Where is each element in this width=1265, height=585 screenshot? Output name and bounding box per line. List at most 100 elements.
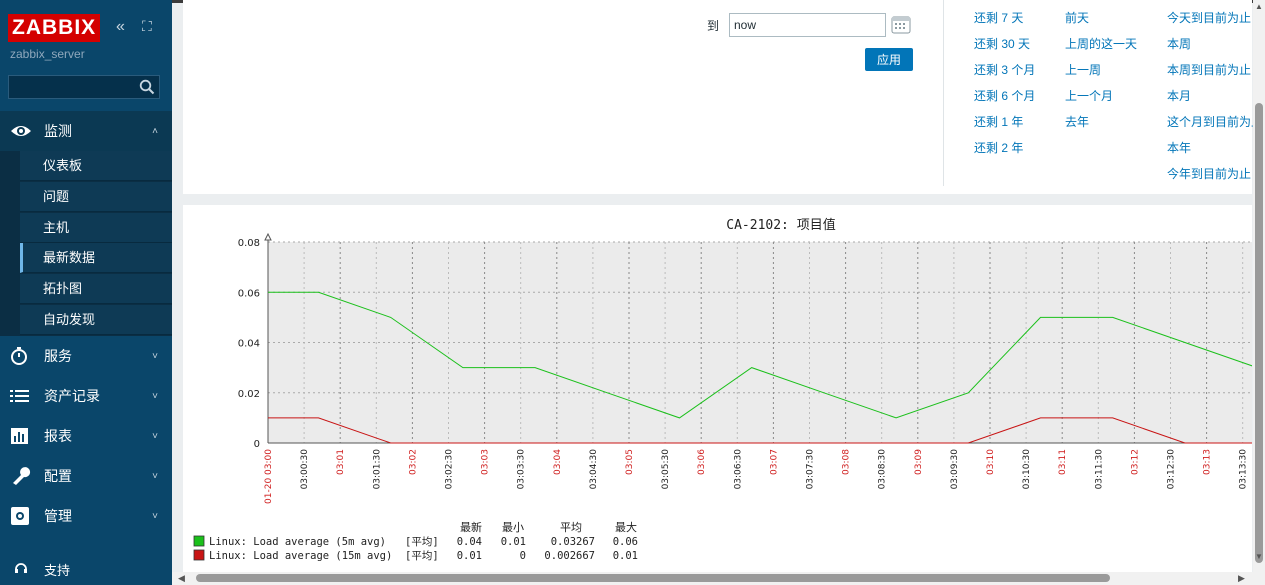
- vertical-scrollbar[interactable]: ▲ ▼: [1253, 0, 1265, 585]
- x-tick-label: 03:03:30: [517, 449, 527, 490]
- quick-link-col1-5[interactable]: 还剩 2 年: [974, 139, 1023, 156]
- menu-monitoring-label: 监测: [44, 123, 72, 139]
- x-tick-label: 03:08: [842, 449, 852, 475]
- submenu-dashboard[interactable]: 仪表板: [20, 151, 172, 181]
- collapse-sidebar-icon[interactable]: «: [116, 18, 125, 36]
- scroll-left-icon[interactable]: ◀: [178, 573, 185, 584]
- x-tick-label: 03:10:30: [1022, 449, 1032, 490]
- menu-services[interactable]: 服务 ˅: [0, 336, 172, 376]
- stopwatch-icon: [11, 347, 27, 365]
- x-tick-label: 03:01:30: [372, 449, 382, 490]
- x-tick-label: 03:03: [481, 449, 491, 475]
- legend-last: 0.04: [457, 536, 482, 548]
- x-tick-label: 03:09: [914, 449, 924, 475]
- legend-header: 最小: [502, 521, 524, 534]
- quick-link-col2-0[interactable]: 前天: [1065, 9, 1089, 26]
- chevron-up-icon: ˄: [152, 125, 158, 137]
- legend-func: [平均]: [405, 550, 439, 562]
- quick-link-col3-6[interactable]: 今年到目前为止: [1167, 165, 1251, 182]
- menu-configuration-label: 配置: [44, 468, 72, 484]
- quick-link-col3-1[interactable]: 本周: [1167, 35, 1191, 52]
- horizontal-scrollbar[interactable]: ◀ ▶: [172, 572, 1253, 585]
- menu-administration[interactable]: 管理 ˅: [0, 496, 172, 536]
- horizontal-scroll-thumb[interactable]: [196, 574, 1110, 582]
- quick-link-col3-2[interactable]: 本周到目前为止: [1167, 61, 1251, 78]
- y-tick-label: 0.02: [238, 389, 260, 400]
- divider: [943, 0, 944, 186]
- graph-panel: CA-2102: 项目值 0 0.02 0.04 0.06 0.08 01-20 03:00…: [183, 205, 1252, 575]
- chevron-down-icon: ˅: [152, 470, 158, 482]
- support-link[interactable]: 支持: [0, 555, 172, 581]
- headset-icon: [15, 563, 27, 573]
- chevron-down-icon: ˅: [152, 350, 158, 362]
- x-tick-label: 03:05: [625, 449, 635, 475]
- x-tick-label: 03:06:30: [733, 449, 743, 490]
- quick-link-col2-3[interactable]: 上一个月: [1065, 87, 1113, 104]
- wrench-icon: [13, 467, 31, 485]
- scroll-right-icon[interactable]: ▶: [1238, 573, 1245, 584]
- legend-avg: 0.03267: [551, 536, 595, 548]
- menu-inventory-label: 资产记录: [44, 388, 100, 404]
- x-tick-label: 03:13: [1203, 449, 1213, 475]
- x-tick-label: 03:12:30: [1167, 449, 1177, 490]
- submenu-hosts[interactable]: 主机: [20, 213, 172, 243]
- x-tick-label: 03:04:30: [589, 449, 599, 490]
- x-tick-label: 03:02: [408, 449, 418, 475]
- zabbix-logo[interactable]: ZABBIX: [8, 14, 101, 42]
- y-tick-label: 0.06: [238, 288, 260, 299]
- kiosk-mode-icon[interactable]: ⛶: [142, 18, 152, 35]
- quick-link-col3-0[interactable]: 今天到目前为止: [1167, 9, 1251, 26]
- legend-series-name: Linux: Load average (5m avg): [209, 536, 386, 548]
- legend-header: 平均: [560, 521, 582, 534]
- menu-configuration[interactable]: 配置 ˅: [0, 456, 172, 496]
- sidebar: ZABBIX « ⛶ zabbix_server 监测 ˄ 仪表板 问题 主机 …: [0, 0, 172, 585]
- quick-link-col3-3[interactable]: 本月: [1167, 87, 1191, 104]
- legend-swatch: [193, 549, 205, 561]
- menu-administration-label: 管理: [44, 508, 72, 524]
- list-icon: [10, 390, 29, 402]
- x-tick-label: 01-20 03:00: [264, 449, 274, 504]
- monitoring-submenu: 仪表板 问题 主机 最新数据 拓扑图 自动发现: [0, 151, 172, 336]
- chevron-down-icon: ˅: [152, 510, 158, 522]
- legend-max: 0.01: [613, 550, 638, 562]
- chevron-down-icon: ˅: [152, 390, 158, 402]
- x-tick-label: 03:11: [1058, 449, 1068, 475]
- quick-link-col2-2[interactable]: 上一周: [1065, 61, 1101, 78]
- quick-link-col1-2[interactable]: 还剩 3 个月: [974, 61, 1035, 78]
- quick-link-col1-1[interactable]: 还剩 30 天: [974, 35, 1030, 52]
- search-input[interactable]: [8, 75, 160, 99]
- quick-link-col3-5[interactable]: 本年: [1167, 139, 1191, 156]
- scroll-down-icon[interactable]: ▼: [1255, 552, 1263, 561]
- quick-link-col1-3[interactable]: 还剩 6 个月: [974, 87, 1035, 104]
- quick-link-col1-0[interactable]: 还剩 7 天: [974, 9, 1023, 26]
- vertical-scroll-thumb[interactable]: [1255, 103, 1263, 563]
- x-tick-label: 03:11:30: [1094, 449, 1104, 490]
- submenu-discovery[interactable]: 自动发现: [20, 305, 172, 335]
- menu-inventory[interactable]: 资产记录 ˅: [0, 376, 172, 416]
- y-tick-label: 0.08: [238, 238, 260, 249]
- scroll-up-icon[interactable]: ▲: [1255, 2, 1263, 11]
- quick-link-col3-4[interactable]: 这个月到目前为止: [1167, 113, 1263, 130]
- submenu-problems[interactable]: 问题: [20, 182, 172, 212]
- quick-link-col2-4[interactable]: 去年: [1065, 113, 1089, 130]
- legend-last: 0.01: [457, 550, 482, 562]
- x-tick-label: 03:12: [1130, 449, 1140, 475]
- search-icon[interactable]: [139, 79, 155, 95]
- legend-swatch: [193, 535, 205, 547]
- calendar-icon[interactable]: [891, 15, 911, 35]
- x-tick-label: 03:07: [769, 449, 779, 475]
- legend-header: 最大: [615, 520, 637, 534]
- to-label: 到: [707, 19, 720, 33]
- x-tick-label: 03:02:30: [445, 449, 455, 490]
- menu-reports[interactable]: 报表 ˅: [0, 416, 172, 456]
- submenu-latest-data[interactable]: 最新数据: [20, 243, 172, 273]
- apply-button[interactable]: 应用: [865, 48, 913, 71]
- menu-monitoring[interactable]: 监测 ˄: [0, 111, 172, 151]
- submenu-maps[interactable]: 拓扑图: [20, 274, 172, 304]
- y-tick-label: 0.04: [238, 339, 260, 350]
- eye-icon: [11, 126, 31, 136]
- quick-link-col2-1[interactable]: 上周的这一天: [1065, 35, 1137, 52]
- to-date-input[interactable]: [729, 13, 886, 37]
- legend-series-name: Linux: Load average (15m avg): [209, 550, 392, 562]
- quick-link-col1-4[interactable]: 还剩 1 年: [974, 113, 1023, 130]
